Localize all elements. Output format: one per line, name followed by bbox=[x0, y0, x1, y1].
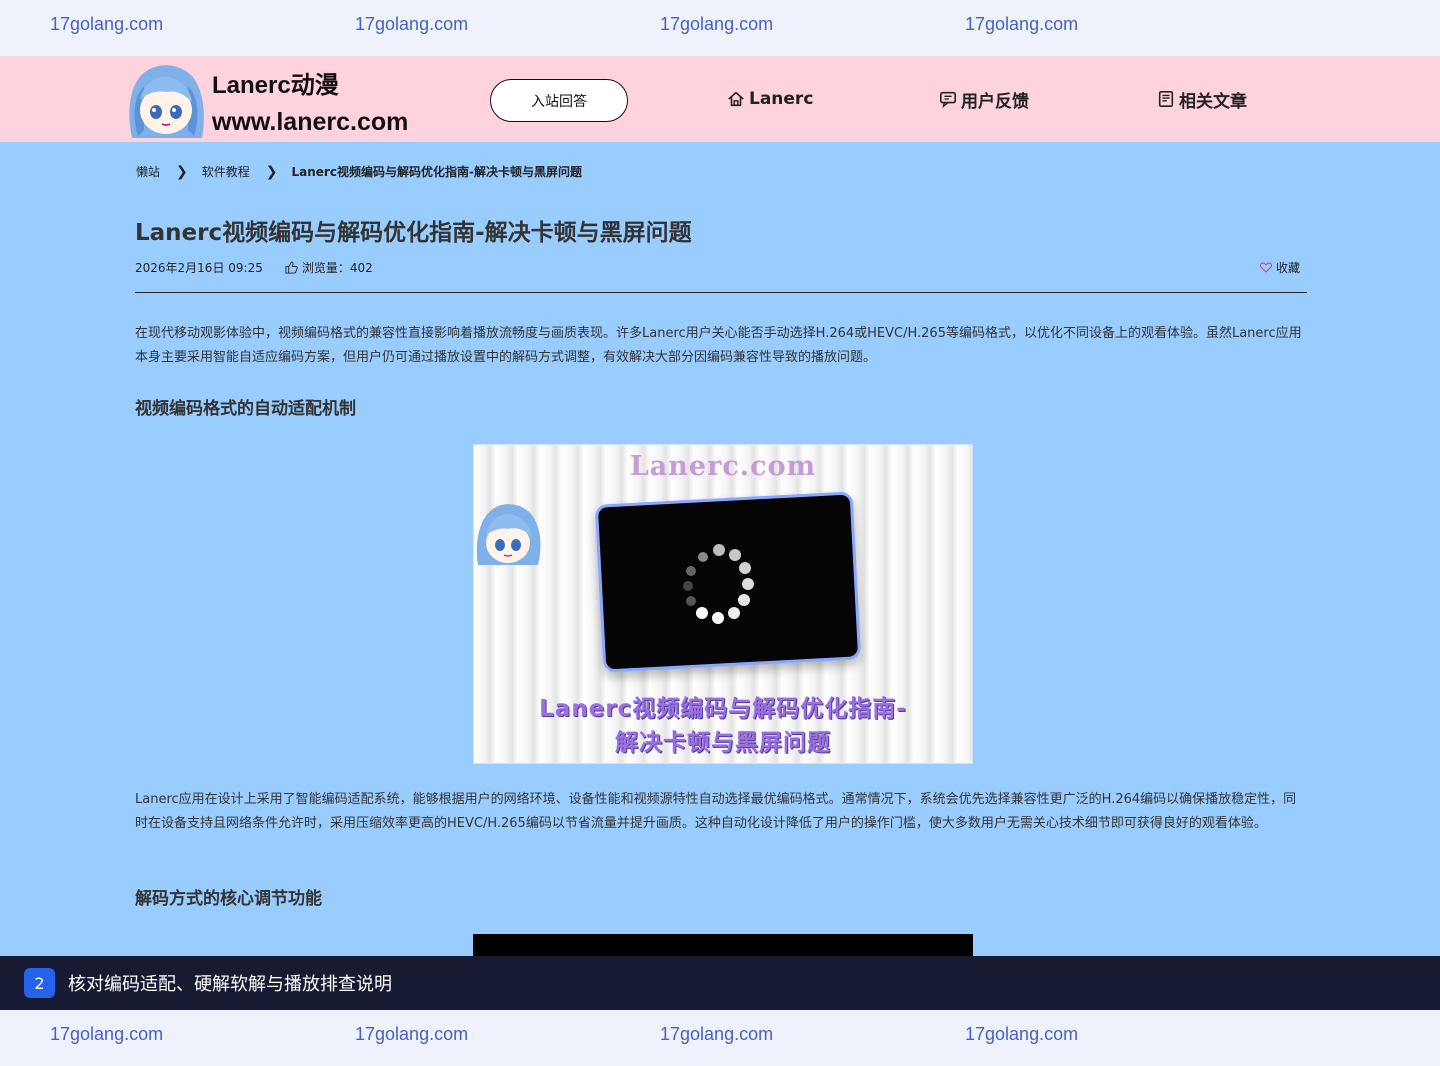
mascot-icon bbox=[476, 504, 541, 565]
publish-date: 2026年2月16日 09:25 bbox=[135, 261, 263, 275]
favorite-button[interactable]: 收藏 bbox=[1259, 259, 1300, 276]
home-icon bbox=[728, 91, 744, 107]
watermark-bar-bottom: 17golang.com 17golang.com 17golang.com 1… bbox=[0, 1010, 1440, 1066]
document-icon bbox=[1158, 90, 1174, 108]
breadcrumb: 懒站 ❯ 软件教程 ❯ Lanerc视频编码与解码优化指南-解决卡顿与黑屏问题 bbox=[136, 163, 582, 180]
mascot-logo-icon[interactable] bbox=[124, 60, 208, 140]
watermark-text: 17golang.com bbox=[965, 1024, 1079, 1044]
site-url: www.lanerc.com bbox=[212, 108, 409, 136]
article-image-partial bbox=[473, 934, 973, 956]
section-heading: 解码方式的核心调节功能 bbox=[135, 889, 322, 909]
step-banner: 2 核对编码适配、硬解软解与播放排查说明 bbox=[0, 956, 1440, 1010]
watermark-text: 17golang.com bbox=[50, 14, 164, 34]
article-meta: 2026年2月16日 09:25 浏览量：402 bbox=[135, 259, 373, 276]
step-description: 核对编码适配、硬解软解与播放排查说明 bbox=[68, 974, 392, 995]
article-title: Lanerc视频编码与解码优化指南-解决卡顿与黑屏问题 bbox=[135, 220, 692, 246]
watermark-text: 17golang.com bbox=[50, 1024, 164, 1044]
article-paragraph: Lanerc应用在设计上采用了智能编码适配系统，能够根据用户的网络环境、设备性能… bbox=[135, 792, 1297, 831]
article-cover-image: Lanerc.com Lanerc视频编码与解码优化指南- 解决卡顿与黑屏问题 bbox=[473, 444, 973, 764]
image-brand-text: Lanerc.com bbox=[629, 451, 817, 482]
watermark-text: 17golang.com bbox=[965, 14, 1079, 34]
chevron-right-icon: ❯ bbox=[176, 163, 188, 180]
image-caption: Lanerc视频编码与解码优化指南- 解决卡顿与黑屏问题 bbox=[474, 692, 972, 760]
favorite-label: 收藏 bbox=[1275, 261, 1300, 275]
site-header: Lanerc动漫 www.lanerc.com 入站回答 Lanerc 用户反馈… bbox=[0, 56, 1440, 142]
view-count: 浏览量：402 bbox=[285, 259, 373, 276]
breadcrumb-item-current: Lanerc视频编码与解码优化指南-解决卡顿与黑屏问题 bbox=[291, 165, 582, 179]
loading-spinner-icon bbox=[683, 544, 754, 624]
watermark-bar-top: 17golang.com 17golang.com 17golang.com 1… bbox=[0, 0, 1440, 56]
enter-site-button[interactable]: 入站回答 bbox=[490, 79, 628, 122]
article-paragraph: 在现代移动观影体验中，视频编码格式的兼容性直接影响着播放流畅度与画质表现。许多L… bbox=[135, 326, 1302, 365]
site-logo-text[interactable]: Lanerc动漫 www.lanerc.com bbox=[212, 68, 408, 140]
image-caption-line: 解决卡顿与黑屏问题 bbox=[615, 730, 831, 756]
heart-icon bbox=[1259, 262, 1272, 273]
image-caption-line: Lanerc视频编码与解码优化指南- bbox=[539, 696, 907, 722]
watermark-text: 17golang.com bbox=[355, 1024, 469, 1044]
step-number-badge: 2 bbox=[24, 968, 55, 998]
watermark-text: 17golang.com bbox=[660, 1024, 774, 1044]
breadcrumb-item-home[interactable]: 懒站 bbox=[136, 163, 160, 180]
nav-label: 用户反馈 bbox=[961, 91, 1029, 112]
chat-icon bbox=[939, 91, 957, 108]
watermark-text: 17golang.com bbox=[660, 14, 774, 34]
nav-label: 相关文章 bbox=[1179, 91, 1247, 112]
title-divider bbox=[135, 292, 1307, 293]
watermark-text: 17golang.com bbox=[355, 14, 469, 34]
nav-item-home[interactable]: Lanerc bbox=[727, 86, 813, 112]
view-count-label: 浏览量：402 bbox=[301, 261, 373, 275]
section-heading: 视频编码格式的自动适配机制 bbox=[135, 399, 356, 419]
thumb-icon bbox=[285, 261, 298, 274]
chevron-right-icon: ❯ bbox=[265, 163, 278, 180]
nav-item-articles[interactable]: 相关文章 bbox=[1157, 86, 1247, 112]
nav-label: Lanerc bbox=[749, 89, 814, 109]
breadcrumb-item-category[interactable]: 软件教程 bbox=[202, 163, 250, 180]
site-name: Lanerc动漫 bbox=[212, 72, 339, 99]
nav-item-feedback[interactable]: 用户反馈 bbox=[939, 86, 1029, 112]
